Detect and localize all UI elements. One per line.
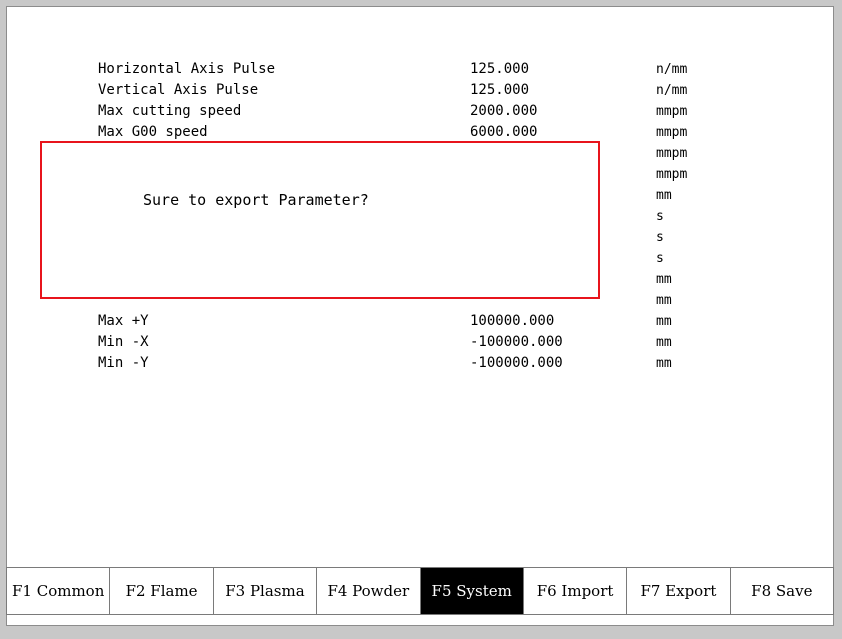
function-key-bar: F1 Common F2 Flame F3 Plasma F4 Powder F… (6, 567, 834, 615)
f4-powder-button[interactable]: F4 Powder (316, 567, 420, 615)
param-unit: mm (656, 314, 672, 329)
param-name: Vertical Axis Pulse (98, 82, 259, 98)
param-value: 100000.000 (470, 313, 555, 329)
param-name: Max G00 speed (98, 124, 208, 140)
param-name: Max cutting speed (98, 103, 242, 119)
f3-plasma-button[interactable]: F3 Plasma (212, 567, 317, 615)
param-row-horizontal-axis-pulse[interactable]: Horizontal Axis Pulse 125.000 n/mm (7, 59, 835, 80)
param-unit: s (656, 230, 664, 245)
param-value: 6000.000 (470, 124, 538, 140)
param-value: 125.000 (470, 61, 530, 77)
export-confirm-dialog[interactable]: Sure to export Parameter? (40, 141, 600, 299)
f8-save-button[interactable]: F8 Save (729, 567, 834, 615)
param-value: 125.000 (470, 82, 530, 98)
param-value: -100000.000 (470, 355, 563, 371)
f2-flame-button[interactable]: F2 Flame (109, 567, 213, 615)
parameter-screen: Horizontal Axis Pulse 125.000 n/mm Verti… (6, 6, 834, 626)
param-name: Horizontal Axis Pulse (98, 61, 276, 77)
param-row-max-cutting-speed[interactable]: Max cutting speed 2000.000 mmpm (7, 101, 835, 122)
param-unit: mm (656, 356, 672, 371)
param-unit: mm (656, 272, 672, 287)
param-unit: mmpm (656, 104, 688, 119)
param-unit: s (656, 209, 664, 224)
param-name: Min -Y (98, 355, 149, 371)
param-unit: mmpm (656, 125, 688, 140)
param-unit: s (656, 251, 664, 266)
param-unit: mm (656, 335, 672, 350)
param-row-max-g00-speed[interactable]: Max G00 speed 6000.000 mmpm (7, 122, 835, 143)
f6-import-button[interactable]: F6 Import (522, 567, 627, 615)
f7-export-button[interactable]: F7 Export (626, 567, 730, 615)
param-row-max-plus-y[interactable]: Max +Y 100000.000 mm (7, 311, 835, 332)
f5-system-button[interactable]: F5 System (419, 567, 523, 615)
param-unit: mmpm (656, 167, 688, 182)
param-unit: mm (656, 188, 672, 203)
param-name: Max +Y (98, 313, 149, 329)
param-row-min-minus-x[interactable]: Min -X -100000.000 mm (7, 332, 835, 353)
param-unit: n/mm (656, 83, 688, 98)
param-row-min-minus-y[interactable]: Min -Y -100000.000 mm (7, 353, 835, 374)
param-unit: mmpm (656, 146, 688, 161)
dialog-message: Sure to export Parameter? (143, 191, 369, 209)
param-unit: n/mm (656, 62, 688, 77)
param-unit: mm (656, 293, 672, 308)
param-value: 2000.000 (470, 103, 538, 119)
f1-common-button[interactable]: F1 Common (6, 567, 110, 615)
param-row-vertical-axis-pulse[interactable]: Vertical Axis Pulse 125.000 n/mm (7, 80, 835, 101)
param-value: -100000.000 (470, 334, 563, 350)
param-name: Min -X (98, 334, 149, 350)
